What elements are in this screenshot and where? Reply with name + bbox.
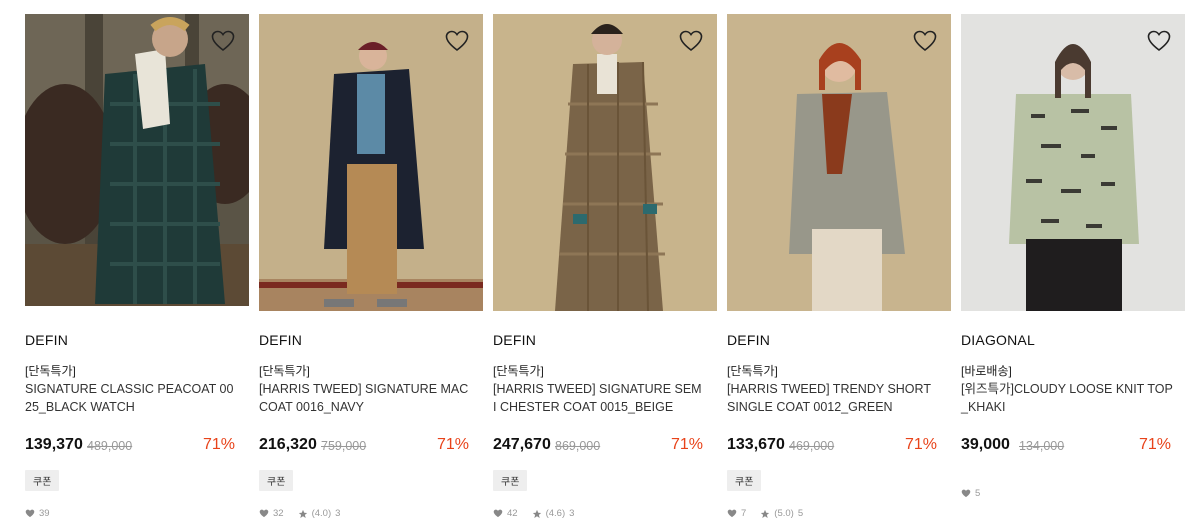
like-count: 7 [741, 508, 747, 519]
product-card[interactable]: DIAGONAL [바로배송] [위즈특가]CLOUDY LOOSE KNIT … [961, 14, 1185, 520]
like-count: 5 [975, 488, 981, 499]
coupon-badge: 쿠폰 [25, 470, 60, 491]
product-tag: [단독특가] [493, 364, 544, 378]
star-icon [298, 509, 307, 518]
price-row: 139,370 489,000 71% [25, 436, 235, 456]
discount-rate: 71% [904, 436, 937, 453]
product-grid: DEFIN [단독특가] SIGNATURE CLASSIC PEACOAT 0… [25, 14, 1185, 520]
sale-price: 139,370 [25, 436, 83, 453]
product-photo-mac-coat [259, 14, 483, 311]
review-count: 3 [335, 508, 341, 519]
product-image[interactable] [493, 14, 717, 311]
discount-rate: 71% [436, 436, 469, 453]
review-count: 5 [797, 508, 804, 519]
sale-price: 133,670 [727, 436, 785, 453]
price-row: 247,670 869,000 71% [493, 436, 703, 456]
product-meta: 39 [25, 508, 50, 519]
coupon-badge: 쿠폰 [727, 470, 762, 491]
product-card[interactable]: DEFIN [단독특가] SIGNATURE CLASSIC PEACOAT 0… [25, 14, 249, 520]
brand-name[interactable]: DEFIN [727, 332, 770, 348]
original-price: 759,000 [321, 439, 367, 453]
rating-score: (5.0) [774, 508, 794, 519]
product-image[interactable] [25, 14, 249, 306]
price-row: 39,000 134,000 71% [961, 436, 1171, 456]
product-name[interactable]: [HARRIS TWEED] SIGNATURE SEMI CHESTER CO… [493, 380, 705, 416]
original-price: 489,000 [87, 439, 133, 453]
price-row: 216,320 759,000 71% [259, 436, 469, 456]
sale-price: 216,320 [259, 436, 317, 453]
wishlist-heart-icon[interactable] [913, 30, 937, 52]
product-meta: 42 (4.6) 3 [493, 508, 574, 519]
heart-icon [259, 509, 269, 518]
discount-rate: 71% [1138, 436, 1171, 453]
product-image[interactable] [259, 14, 483, 311]
product-tag: [단독특가] [727, 364, 778, 378]
brand-name[interactable]: DIAGONAL [961, 332, 1035, 348]
product-meta: 32 (4.0) 3 [259, 508, 340, 519]
product-card[interactable]: DEFIN [단독특가] [HARRIS TWEED] TRENDY SHORT… [727, 14, 951, 520]
product-meta: 7 (5.0) 5 [727, 508, 803, 519]
wishlist-heart-icon[interactable] [679, 30, 703, 52]
product-image[interactable] [961, 14, 1185, 311]
heart-icon [961, 489, 971, 498]
star-icon [761, 509, 770, 518]
heart-icon [493, 509, 503, 518]
heart-icon [25, 509, 35, 518]
wishlist-heart-icon[interactable] [211, 30, 235, 52]
sale-price: 39,000 [961, 436, 1010, 453]
discount-rate: 71% [670, 436, 703, 453]
like-count: 39 [39, 508, 50, 519]
product-card[interactable]: DEFIN [단독특가] [HARRIS TWEED] SIGNATURE MA… [259, 14, 483, 520]
like-count: 32 [273, 508, 284, 519]
coupon-badge: 쿠폰 [493, 470, 528, 491]
product-name[interactable]: [위즈특가]CLOUDY LOOSE KNIT TOP_KHAKI [961, 380, 1173, 416]
review-count: 3 [569, 508, 575, 519]
product-card[interactable]: DEFIN [단독특가] [HARRIS TWEED] SIGNATURE SE… [493, 14, 717, 520]
product-tag: [단독특가] [25, 364, 76, 378]
brand-name[interactable]: DEFIN [25, 332, 68, 348]
product-photo-peacoat [25, 14, 249, 306]
like-count: 42 [507, 508, 518, 519]
product-name[interactable]: [HARRIS TWEED] TRENDY SHORT SINGLE COAT … [727, 380, 939, 416]
product-tag: [바로배송] [961, 364, 1012, 378]
original-price: 134,000 [1019, 439, 1065, 453]
product-name[interactable]: [HARRIS TWEED] SIGNATURE MAC COAT 0016_N… [259, 380, 471, 416]
wishlist-heart-icon[interactable] [445, 30, 469, 52]
star-icon [532, 509, 541, 518]
product-image[interactable] [727, 14, 951, 311]
original-price: 869,000 [555, 439, 601, 453]
wishlist-heart-icon[interactable] [1147, 30, 1171, 52]
original-price: 469,000 [789, 439, 835, 453]
brand-name[interactable]: DEFIN [259, 332, 302, 348]
discount-rate: 71% [202, 436, 235, 453]
product-name[interactable]: SIGNATURE CLASSIC PEACOAT 0025_BLACK WAT… [25, 380, 237, 416]
product-meta: 5 [961, 488, 980, 499]
product-photo-short-coat [727, 14, 951, 311]
product-tag: [단독특가] [259, 364, 310, 378]
coupon-badge: 쿠폰 [259, 470, 294, 491]
product-photo-knit-top [961, 14, 1185, 311]
rating-score: (4.6) [545, 508, 566, 519]
rating-score: (4.0) [311, 508, 332, 519]
sale-price: 247,670 [493, 436, 551, 453]
product-photo-chester-coat [493, 14, 717, 311]
heart-icon [727, 509, 737, 518]
price-row: 133,670 469,000 71% [727, 436, 937, 456]
brand-name[interactable]: DEFIN [493, 332, 536, 348]
